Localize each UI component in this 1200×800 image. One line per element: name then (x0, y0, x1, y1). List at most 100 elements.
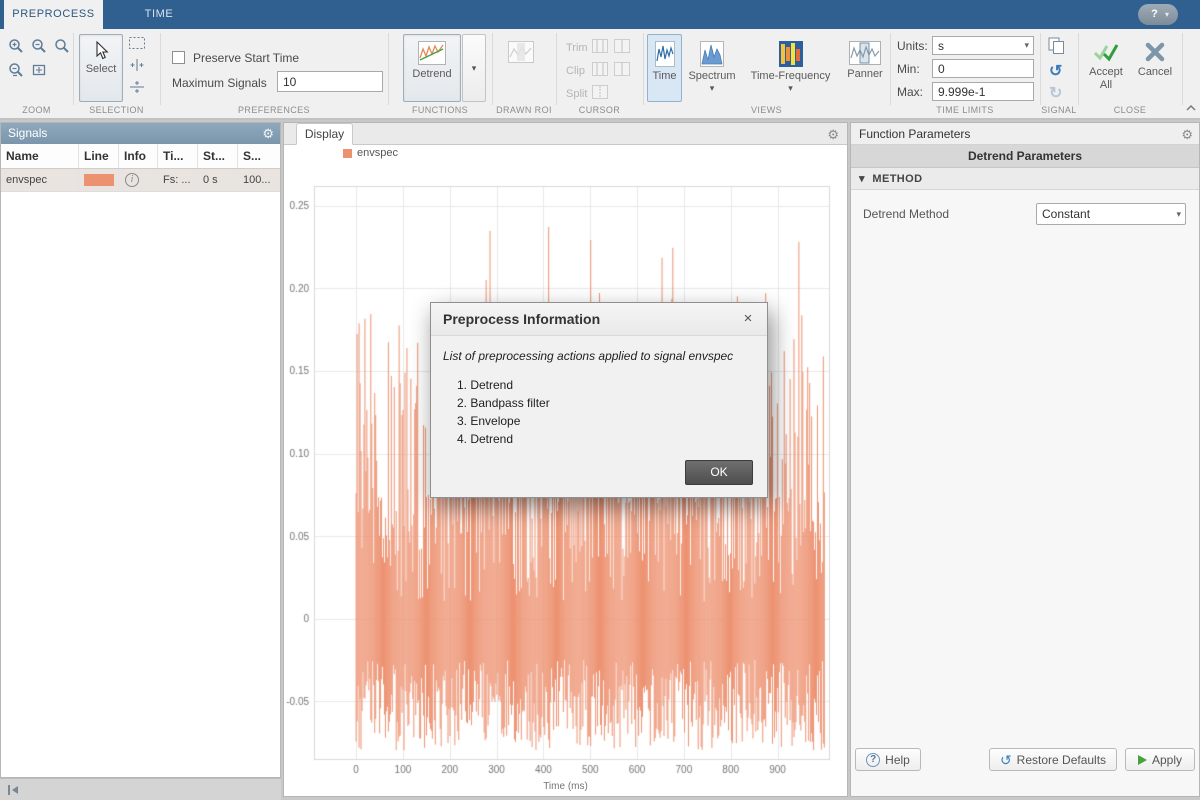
collapse-left-icon (6, 784, 20, 796)
section-label-close: CLOSE (1078, 105, 1182, 115)
horizontal-cursor-button[interactable] (128, 58, 146, 72)
gear-icon[interactable]: ⚙ (827, 127, 839, 142)
zoom-in-button[interactable] (8, 38, 24, 54)
apply-button-label: Apply (1152, 753, 1182, 767)
detrend-method-label: Detrend Method (863, 207, 949, 221)
units-label: Units: (897, 39, 928, 53)
accept-all-label-line1: Accept (1089, 66, 1123, 79)
redo-button: ↻ (1049, 83, 1062, 103)
detrend-dropdown-button[interactable]: ▾ (462, 34, 486, 102)
marquee-select-button[interactable] (128, 36, 146, 50)
max-input[interactable] (932, 82, 1034, 101)
apply-button[interactable]: Apply (1125, 748, 1195, 771)
split-button (592, 85, 608, 99)
toolstrip: ZOOM Select SELECTION Preserve Start Tim… (0, 29, 1200, 120)
clip-label: Clip (566, 64, 585, 78)
restore-defaults-button[interactable]: ↺ Restore Defaults (989, 748, 1117, 771)
select-button[interactable]: Select (79, 34, 123, 102)
section-label-signal: SIGNAL (1040, 105, 1078, 115)
section-label-drawn-roi: DRAWN ROI (492, 105, 556, 115)
time-view-icon (655, 41, 675, 67)
method-section-header[interactable]: ▾ METHOD (851, 168, 1199, 190)
trim-left-icon (592, 39, 608, 53)
zoom-auto-button[interactable] (54, 38, 70, 54)
accept-all-button[interactable]: Accept All (1082, 34, 1130, 102)
vertical-cursor-button[interactable] (128, 80, 146, 94)
trim-right-button (614, 39, 630, 53)
time-view-button[interactable]: Time (647, 34, 682, 102)
drawn-roi-button (508, 41, 534, 63)
collapse-left-panel-button[interactable] (6, 784, 20, 796)
zoom-out-icon (31, 38, 47, 54)
section-separator (1078, 33, 1079, 105)
section-label-functions: FUNCTIONS (388, 105, 492, 115)
help-button[interactable]: ? ▾ (1138, 4, 1178, 25)
spectrum-view-label: Spectrum (688, 70, 735, 83)
section-separator (1182, 33, 1183, 105)
horizontal-cursor-icon (128, 58, 146, 72)
trim-label: Trim (566, 41, 588, 55)
restore-defaults-label: Restore Defaults (1017, 753, 1106, 767)
section-label-zoom: ZOOM (0, 105, 73, 115)
signal-table-row[interactable]: envspec i Fs: ... 0 s 100... (1, 169, 280, 192)
panner-view-label: Panner (847, 68, 882, 81)
method-section-label: METHOD (872, 173, 922, 185)
clip-left-button (592, 62, 608, 76)
preserve-start-time-checkbox[interactable] (172, 51, 185, 64)
signal-samples: 100... (238, 169, 280, 191)
chevron-down-icon: ▾ (788, 83, 793, 94)
split-label: Split (566, 87, 587, 101)
cancel-button[interactable]: Cancel (1132, 34, 1178, 102)
section-separator (160, 33, 161, 105)
spectrum-view-icon (700, 41, 724, 67)
dialog-list-item: 2. Bandpass filter (457, 394, 767, 412)
dialog-list-item: 3. Envelope (457, 412, 767, 430)
trim-right-icon (614, 39, 630, 53)
cancel-label: Cancel (1138, 66, 1172, 79)
zoom-out-button[interactable] (31, 38, 47, 54)
function-parameters-header: Function Parameters ⚙ (851, 123, 1199, 145)
dialog-message: List of preprocessing actions applied to… (443, 349, 755, 363)
display-tab-strip: Display ⚙ (284, 123, 847, 145)
section-separator (1040, 33, 1041, 105)
signal-start-time: 0 s (198, 169, 238, 191)
help-button-bottom[interactable]: ? Help (855, 748, 921, 771)
copy-icon (1048, 37, 1065, 55)
help-button-label: Help (885, 753, 910, 767)
min-input[interactable] (932, 59, 1034, 78)
section-label-preferences: PREFERENCES (160, 105, 388, 115)
zoom-x-button[interactable] (8, 62, 24, 78)
tab-display[interactable]: Display (296, 123, 353, 145)
tab-preprocess[interactable]: PREPROCESS (4, 0, 103, 29)
detrend-method-value: Constant (1042, 207, 1090, 221)
ok-button[interactable]: OK (685, 460, 753, 485)
section-label-cursor: CURSOR (556, 105, 643, 115)
dialog-list-item: 1. Detrend (457, 376, 767, 394)
time-frequency-view-button[interactable]: Time-Frequency ▾ (742, 34, 839, 102)
function-parameters-body: Detrend Method Constant ▾ ? Help ↺ Resto… (851, 190, 1199, 796)
column-header-samples: S... (238, 144, 280, 168)
function-parameters-title: Function Parameters (859, 127, 970, 141)
info-icon[interactable]: i (125, 173, 139, 187)
gear-icon[interactable]: ⚙ (1181, 127, 1193, 142)
undo-icon: ↺ (1000, 753, 1012, 767)
gear-icon[interactable]: ⚙ (262, 126, 274, 141)
units-select[interactable]: s ▾ (932, 36, 1034, 55)
collapse-toolstrip-button[interactable] (1185, 103, 1197, 113)
panner-view-button[interactable]: Panner (843, 34, 887, 102)
close-icon[interactable]: × (739, 310, 757, 327)
preserve-start-time-label: Preserve Start Time (193, 51, 299, 65)
section-label-time-limits: TIME LIMITS (890, 105, 1040, 115)
section-separator (556, 33, 557, 105)
detrend-button[interactable]: Detrend (403, 34, 461, 102)
time-view-label: Time (652, 70, 676, 83)
maximum-signals-input[interactable] (277, 71, 383, 92)
detrend-method-select[interactable]: Constant ▾ (1036, 203, 1186, 225)
duplicate-signal-button[interactable] (1048, 37, 1065, 55)
section-separator (643, 33, 644, 105)
dialog-header[interactable]: Preprocess Information × (431, 303, 767, 336)
spectrum-view-button[interactable]: Spectrum ▾ (686, 34, 738, 102)
tab-time[interactable]: TIME (103, 0, 215, 29)
zoom-fit-button[interactable] (31, 62, 47, 78)
undo-button[interactable]: ↺ (1049, 61, 1062, 81)
